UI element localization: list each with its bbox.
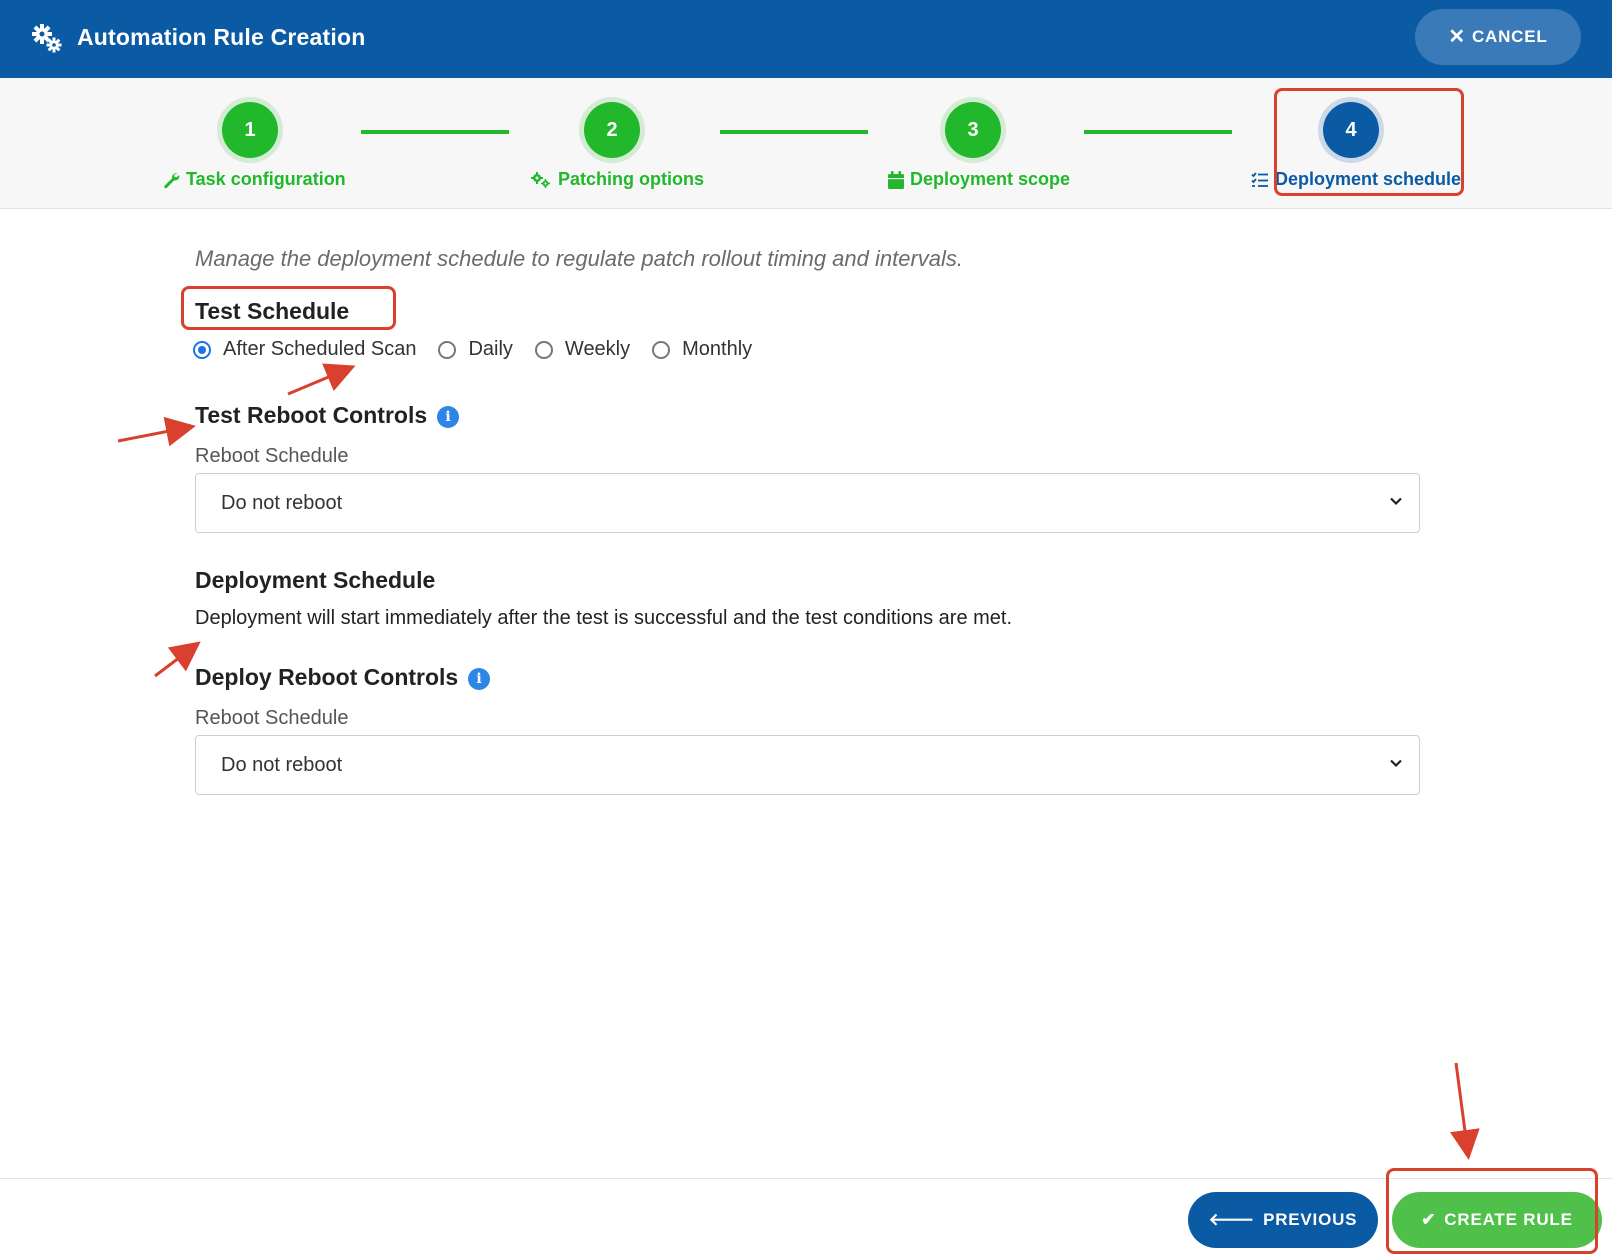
close-icon: ✕ [1448, 26, 1466, 48]
deployment-schedule-description: Deployment will start immediately after … [195, 607, 1013, 629]
test-reboot-schedule-label: Reboot Schedule [195, 445, 349, 467]
annotation-arrow [1449, 1062, 1480, 1160]
annotation-box [181, 286, 396, 330]
page-title: Automation Rule Creation [77, 24, 366, 50]
step-connector [361, 130, 509, 134]
app-header: Automation Rule Creation ✕ CANCEL [0, 0, 1612, 78]
step-1-label[interactable]: Task configuration [162, 169, 346, 190]
step-connector [1084, 130, 1232, 134]
radio-button[interactable] [652, 340, 671, 359]
test-schedule-radio-group: After Scheduled Scan Daily Weekly Monthl… [193, 338, 774, 361]
deployment-schedule-title: Deployment Schedule [195, 567, 436, 593]
annotation-arrow [154, 641, 201, 678]
annotation-box [1386, 1168, 1598, 1254]
radio-weekly[interactable]: Weekly [534, 338, 630, 361]
step-2-label[interactable]: Patching options [530, 169, 704, 190]
step-3-circle[interactable]: 3 [945, 102, 1001, 158]
deploy-reboot-controls-title: Deploy Reboot Controls [195, 664, 459, 690]
step-2-circle[interactable]: 2 [584, 102, 640, 158]
footer-divider [0, 1178, 1612, 1179]
intro-text: Manage the deployment schedule to regula… [195, 246, 964, 271]
calendar-icon [888, 170, 904, 189]
test-reboot-controls-title: Test Reboot Controls [195, 402, 428, 428]
radio-daily[interactable]: Daily [438, 338, 513, 361]
radio-after-scheduled-scan[interactable]: After Scheduled Scan [193, 338, 416, 361]
deploy-reboot-schedule-select[interactable]: Do not reboot [195, 735, 1420, 795]
step-1-circle[interactable]: 1 [222, 102, 278, 158]
chevron-down-icon [1390, 759, 1402, 768]
info-icon[interactable]: i [468, 668, 490, 690]
annotation-arrow [117, 416, 196, 447]
step-3-label[interactable]: Deployment scope [888, 169, 1070, 190]
radio-button[interactable] [193, 340, 211, 359]
radio-button[interactable] [438, 340, 457, 359]
radio-monthly[interactable]: Monthly [652, 338, 752, 361]
arrow-left-icon: 🡐 [1208, 1210, 1256, 1229]
step-connector [720, 130, 868, 134]
chevron-down-icon [1390, 497, 1402, 506]
radio-button[interactable] [534, 340, 553, 359]
annotation-box [1274, 88, 1464, 196]
checklist-icon [1251, 171, 1268, 187]
annotation-arrow [287, 363, 356, 396]
cancel-button[interactable]: ✕ CANCEL [1415, 9, 1581, 65]
gears-icon [531, 171, 550, 188]
deploy-reboot-schedule-label: Reboot Schedule [195, 707, 349, 729]
gears-icon [32, 24, 62, 53]
cancel-button-label: CANCEL [1471, 27, 1548, 46]
info-icon[interactable]: i [437, 406, 459, 428]
previous-button[interactable]: 🡐 PREVIOUS [1188, 1192, 1378, 1248]
test-reboot-schedule-select[interactable]: Do not reboot [195, 473, 1420, 533]
wrench-icon [164, 172, 180, 188]
